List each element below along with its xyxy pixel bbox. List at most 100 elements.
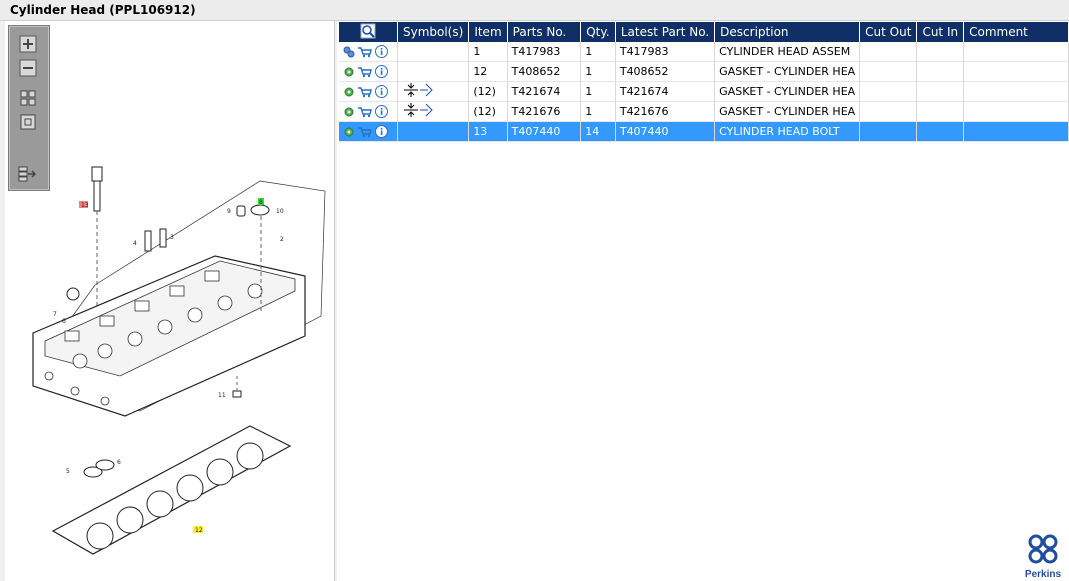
qty-cell: 1 xyxy=(580,81,616,102)
symbols-cell xyxy=(397,81,470,102)
comment-cell xyxy=(963,42,1069,62)
symbols-cell xyxy=(397,101,470,122)
symbols-cell xyxy=(397,42,470,62)
exploded-diagram: 13 8 9 10 4 3 2 7 6 11 5 6 12 xyxy=(32,166,326,555)
cut-out-cell xyxy=(859,42,918,62)
gear-icon xyxy=(344,87,354,97)
row-actions[interactable] xyxy=(339,42,398,62)
info-icon xyxy=(375,85,388,99)
assembly-gear-icon xyxy=(343,46,355,58)
qty-cell: 14 xyxy=(580,121,616,142)
column-header-latest-part-no[interactable]: Latest Part No. xyxy=(615,22,716,42)
cart-icon xyxy=(358,87,372,97)
perkins-logo-icon xyxy=(1028,534,1058,564)
parts-no-cell: T408652 xyxy=(507,61,582,82)
callout-10: 10 xyxy=(276,208,284,215)
item-cell: 12 xyxy=(468,61,508,82)
info-icon xyxy=(375,105,388,119)
gasket-part[interactable] xyxy=(51,425,292,555)
item-cell: 1 xyxy=(468,42,508,62)
parts-no-cell: T421674 xyxy=(507,81,582,102)
column-header-description[interactable]: Description xyxy=(714,22,861,42)
info-icon xyxy=(375,65,388,79)
cut-in-cell xyxy=(916,42,965,62)
callout-13: 13 xyxy=(81,202,89,209)
window-title-bar: Cylinder Head (PPL106912) xyxy=(0,0,1069,21)
actual-size-button[interactable] xyxy=(17,112,39,132)
info-icon xyxy=(375,45,388,59)
fit-icon xyxy=(20,90,36,106)
column-header-item[interactable]: Item xyxy=(468,22,508,42)
cart-icon xyxy=(358,47,372,57)
gear-icon xyxy=(344,107,354,117)
description-cell: CYLINDER HEAD ASSEM xyxy=(714,42,861,62)
callout-4: 4 xyxy=(133,240,137,247)
search-column-header[interactable] xyxy=(339,22,398,42)
column-header-cut-in[interactable]: Cut In xyxy=(916,22,965,42)
row-actions[interactable] xyxy=(339,101,398,122)
callout-9: 9 xyxy=(227,208,231,215)
brand-name: Perkins xyxy=(1024,569,1062,580)
description-cell: GASKET - CYLINDER HEA xyxy=(714,61,861,82)
minus-icon xyxy=(19,59,37,77)
replacement-symbol-icon xyxy=(403,103,433,117)
gear-icon xyxy=(344,127,354,137)
parts-no-cell: T417983 xyxy=(507,42,582,62)
column-header-comment[interactable]: Comment xyxy=(963,22,1069,42)
cut-out-cell xyxy=(859,61,918,82)
cut-in-cell xyxy=(916,101,965,122)
table-row[interactable]: 13 T407440 14 T407440 CYLINDER HEAD BOLT xyxy=(339,121,1069,142)
description-cell: GASKET - CYLINDER HEA xyxy=(714,101,861,122)
symbols-cell xyxy=(397,61,470,82)
parts-no-cell: T407440 xyxy=(507,121,582,142)
column-header-symbols[interactable]: Symbol(s) xyxy=(397,22,470,42)
zoom-in-button[interactable] xyxy=(17,34,39,54)
table-row[interactable]: (12) T421676 1 T421676 GASKET - CYLINDER HEA xyxy=(339,101,1069,122)
cut-in-cell xyxy=(916,61,965,82)
table-row[interactable]: (12) T421674 1 T421674 GASKET - CYLINDER HEA xyxy=(339,81,1069,102)
plus-icon xyxy=(19,35,37,53)
row-actions[interactable] xyxy=(339,61,398,82)
callout-3: 3 xyxy=(170,234,174,241)
window-title: Cylinder Head (PPL106912) xyxy=(10,3,196,17)
cut-out-cell xyxy=(859,101,918,122)
latest-part-no-cell: T421676 xyxy=(615,101,716,122)
column-header-parts-no[interactable]: Parts No. xyxy=(507,22,582,42)
qty-cell: 1 xyxy=(580,101,616,122)
callout-7: 7 xyxy=(53,311,57,318)
cut-in-cell xyxy=(916,121,965,142)
parts-no-cell: T421676 xyxy=(507,101,582,122)
item-cell: (12) xyxy=(468,101,508,122)
column-header-qty[interactable]: Qty. xyxy=(580,22,616,42)
diagram-pane[interactable]: 13 8 9 10 4 3 2 7 6 11 5 6 12 xyxy=(5,21,335,581)
table-row[interactable]: 12 T408652 1 T408652 GASKET - CYLINDER HEA xyxy=(339,61,1069,82)
cart-icon xyxy=(358,67,372,77)
callout-8: 8 xyxy=(259,199,263,206)
cut-out-cell xyxy=(859,121,918,142)
callout-12: 12 xyxy=(195,527,203,534)
symbols-cell xyxy=(397,121,470,142)
cart-icon xyxy=(358,107,372,117)
callout-11: 11 xyxy=(218,392,226,399)
column-header-cut-out[interactable]: Cut Out xyxy=(859,22,918,42)
row-actions[interactable] xyxy=(339,121,398,142)
table-row[interactable]: 1 T417983 1 T417983 CYLINDER HEAD ASSEM xyxy=(339,42,1069,62)
callout-6b: 6 xyxy=(117,459,121,466)
cut-out-cell xyxy=(859,81,918,102)
latest-part-no-cell: T407440 xyxy=(615,121,716,142)
gear-icon xyxy=(344,67,354,77)
parts-list-pane: Symbol(s) Item Parts No. Qty. Latest Par… xyxy=(337,21,1069,581)
cut-in-cell xyxy=(916,81,965,102)
info-icon xyxy=(375,125,388,139)
latest-part-no-cell: T421674 xyxy=(615,81,716,102)
row-actions[interactable] xyxy=(339,81,398,102)
qty-cell: 1 xyxy=(580,61,616,82)
comment-cell xyxy=(963,121,1069,142)
comment-cell xyxy=(963,61,1069,82)
fit-view-button[interactable] xyxy=(17,88,39,108)
comment-cell xyxy=(963,101,1069,122)
zoom-out-button[interactable] xyxy=(17,58,39,78)
latest-part-no-cell: T417983 xyxy=(615,42,716,62)
magnifier-icon xyxy=(360,23,376,38)
cart-icon xyxy=(358,127,372,137)
